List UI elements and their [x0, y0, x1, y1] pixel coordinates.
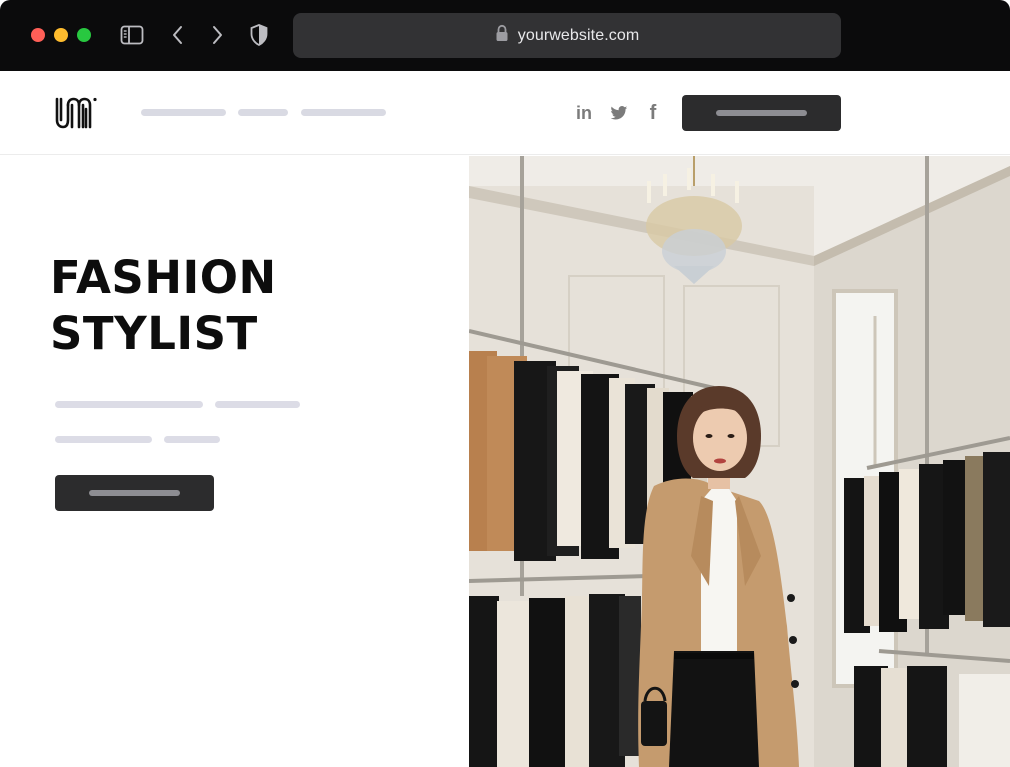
logo[interactable] — [54, 96, 98, 130]
minimize-window-button[interactable] — [54, 28, 68, 42]
header-cta-button[interactable] — [682, 95, 841, 131]
body-text-placeholder — [164, 436, 220, 443]
button-label-placeholder — [716, 110, 807, 116]
back-icon[interactable] — [165, 22, 191, 48]
maximize-window-button[interactable] — [77, 28, 91, 42]
hero-photo — [469, 156, 1010, 767]
hero-title-line-2: STYLIST — [50, 307, 258, 360]
boutique-photo-illustration — [469, 156, 1010, 767]
forward-icon[interactable] — [204, 22, 230, 48]
body-text-placeholder — [55, 436, 152, 443]
lock-icon — [495, 24, 509, 47]
hero-title: FASHION STYLIST — [50, 250, 430, 362]
nav-link-placeholder[interactable] — [301, 109, 386, 116]
hero-cta-button[interactable] — [55, 475, 214, 511]
sidebar-icon[interactable] — [119, 22, 145, 48]
hero-title-line-1: FASHION — [50, 251, 277, 304]
nav-link-placeholder[interactable] — [238, 109, 288, 116]
shield-icon[interactable] — [246, 22, 272, 48]
url-text: yourwebsite.com — [517, 26, 640, 44]
browser-toolbar: yourwebsite.com — [0, 0, 1010, 71]
nav-link-placeholder[interactable] — [141, 109, 226, 116]
body-text-placeholder — [215, 401, 300, 408]
twitter-icon[interactable] — [608, 101, 630, 125]
body-text-placeholder — [55, 401, 203, 408]
close-window-button[interactable] — [31, 28, 45, 42]
button-label-placeholder — [89, 490, 180, 496]
address-bar[interactable]: yourwebsite.com — [293, 13, 841, 58]
facebook-icon[interactable]: f — [642, 101, 664, 125]
linkedin-icon[interactable]: in — [573, 101, 595, 125]
